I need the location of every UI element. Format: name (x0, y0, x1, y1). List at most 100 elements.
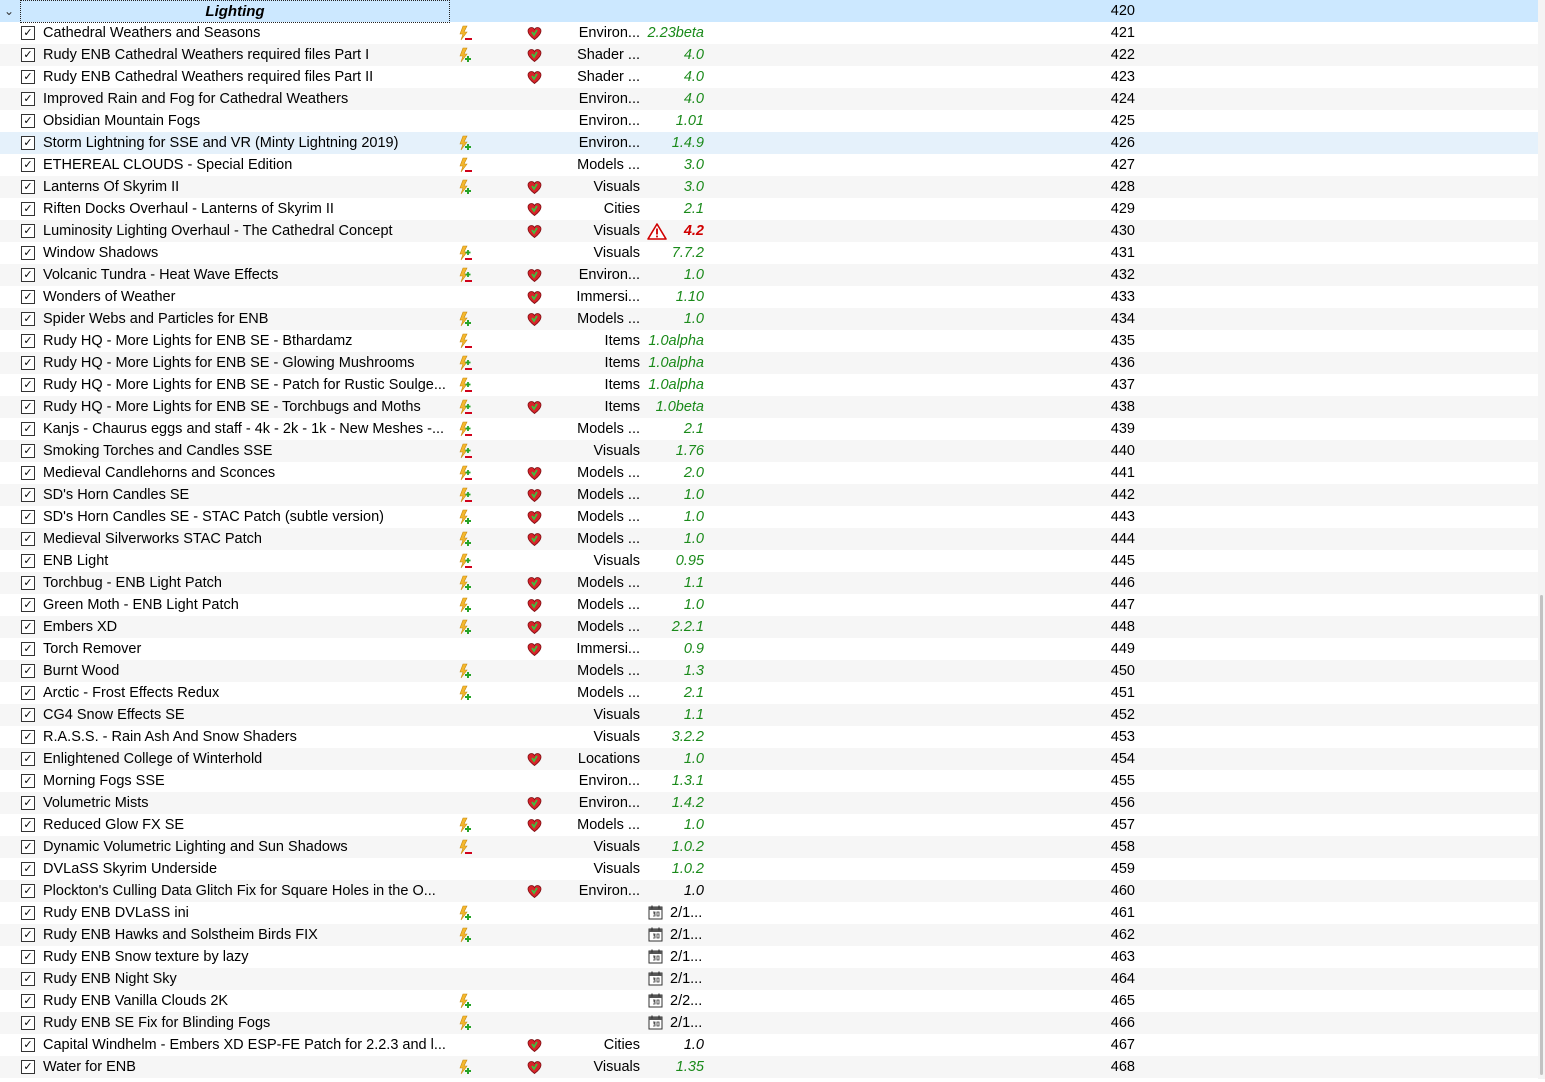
mod-row[interactable]: ✓ CG4 Snow Effects SE Visuals 1.1 452 (0, 704, 1538, 726)
mod-row[interactable]: ✓ Spider Webs and Particles for ENB Models… (0, 308, 1538, 330)
mod-row[interactable]: ✓ Torch Remover Immersi... 0.9 449 (0, 638, 1538, 660)
mod-row[interactable]: ✓ Kanjs - Chaurus eggs and staff - 4k - 2… (0, 418, 1538, 440)
mod-row[interactable]: ✓ Rudy ENB SE Fix for Blinding Fogs 2/1...… (0, 1012, 1538, 1034)
mod-row[interactable]: ✓ Wonders of Weather Immersi... 1.10 433 (0, 286, 1538, 308)
enabled-checkbox[interactable]: ✓ (21, 378, 35, 392)
mod-row[interactable]: ✓ Window Shadows Visuals 7.7.2 431 (0, 242, 1538, 264)
enabled-checkbox[interactable]: ✓ (21, 1038, 35, 1052)
mod-row[interactable]: ✓ Storm Lightning for SSE and VR (Minty L… (0, 132, 1538, 154)
mod-row[interactable]: ✓ Morning Fogs SSE Environ... 1.3.1 455 (0, 770, 1538, 792)
mod-row[interactable]: ✓ Embers XD Models ... 2.2.1 448 (0, 616, 1538, 638)
enabled-checkbox[interactable]: ✓ (21, 400, 35, 414)
mod-row[interactable]: ✓ Rudy ENB Night Sky 2/1... 464 (0, 968, 1538, 990)
enabled-checkbox[interactable]: ✓ (21, 642, 35, 656)
mod-row[interactable]: ✓ Rudy ENB DVLaSS ini 2/1... 461 (0, 902, 1538, 924)
enabled-checkbox[interactable]: ✓ (21, 708, 35, 722)
enabled-checkbox[interactable]: ✓ (21, 136, 35, 150)
mod-row[interactable]: ✓ Rudy HQ - More Lights for ENB SE - Torc… (0, 396, 1538, 418)
enabled-checkbox[interactable]: ✓ (21, 312, 35, 326)
mod-list[interactable]: ⌄ Lighting 420 ✓ Cathedral Weathers and S… (0, 0, 1538, 1078)
mod-row[interactable]: ✓ Volumetric Mists Environ... 1.4.2 456 (0, 792, 1538, 814)
enabled-checkbox[interactable]: ✓ (21, 554, 35, 568)
enabled-checkbox[interactable]: ✓ (21, 114, 35, 128)
mod-row[interactable]: ✓ Reduced Glow FX SE Models ... 1.0 457 (0, 814, 1538, 836)
mod-row[interactable]: ✓ Medieval Candlehorns and Sconces Models … (0, 462, 1538, 484)
enabled-checkbox[interactable]: ✓ (21, 972, 35, 986)
enabled-checkbox[interactable]: ✓ (21, 620, 35, 634)
enabled-checkbox[interactable]: ✓ (21, 730, 35, 744)
enabled-checkbox[interactable]: ✓ (21, 158, 35, 172)
enabled-checkbox[interactable]: ✓ (21, 576, 35, 590)
mod-row[interactable]: ✓ Improved Rain and Fog for Cathedral Wea… (0, 88, 1538, 110)
enabled-checkbox[interactable]: ✓ (21, 950, 35, 964)
enabled-checkbox[interactable]: ✓ (21, 774, 35, 788)
mod-row[interactable]: ✓ R.A.S.S. - Rain Ash And Snow Shaders Vis… (0, 726, 1538, 748)
enabled-checkbox[interactable]: ✓ (21, 840, 35, 854)
mod-row[interactable]: ✓ Rudy HQ - More Lights for ENB SE - Glow… (0, 352, 1538, 374)
mod-row[interactable]: ✓ DVLaSS Skyrim Underside Visuals 1.0.2 459 (0, 858, 1538, 880)
mod-row[interactable]: ✓ Water for ENB Visuals 1.35 468 (0, 1056, 1538, 1078)
mod-row[interactable]: ✓ Cathedral Weathers and Seasons Environ..… (0, 22, 1538, 44)
enabled-checkbox[interactable]: ✓ (21, 664, 35, 678)
mod-row[interactable]: ✓ Rudy HQ - More Lights for ENB SE - Btha… (0, 330, 1538, 352)
enabled-checkbox[interactable]: ✓ (21, 796, 35, 810)
mod-row[interactable]: ✓ Medieval Silverworks STAC Patch Models .… (0, 528, 1538, 550)
enabled-checkbox[interactable]: ✓ (21, 290, 35, 304)
enabled-checkbox[interactable]: ✓ (21, 48, 35, 62)
mod-row[interactable]: ✓ Arctic - Frost Effects Redux Models ... 2… (0, 682, 1538, 704)
enabled-checkbox[interactable]: ✓ (21, 1016, 35, 1030)
enabled-checkbox[interactable]: ✓ (21, 752, 35, 766)
enabled-checkbox[interactable]: ✓ (21, 906, 35, 920)
enabled-checkbox[interactable]: ✓ (21, 488, 35, 502)
enabled-checkbox[interactable]: ✓ (21, 598, 35, 612)
mod-row[interactable]: ✓ Torchbug - ENB Light Patch Models ... 1.1… (0, 572, 1538, 594)
mod-row[interactable]: ✓ SD's Horn Candles SE - STAC Patch (subt… (0, 506, 1538, 528)
scrollbar-thumb[interactable] (1540, 595, 1543, 1075)
mod-row[interactable]: ✓ Rudy ENB Cathedral Weathers required fi… (0, 44, 1538, 66)
enabled-checkbox[interactable]: ✓ (21, 532, 35, 546)
enabled-checkbox[interactable]: ✓ (21, 356, 35, 370)
enabled-checkbox[interactable]: ✓ (21, 224, 35, 238)
mod-row[interactable]: ✓ Volcanic Tundra - Heat Wave Effects Envi… (0, 264, 1538, 286)
enabled-checkbox[interactable]: ✓ (21, 444, 35, 458)
enabled-checkbox[interactable]: ✓ (21, 1060, 35, 1074)
mod-row[interactable]: ✓ Rudy ENB Vanilla Clouds 2K 2/2... 465 (0, 990, 1538, 1012)
mod-row[interactable]: ✓ Dynamic Volumetric Lighting and Sun Sha… (0, 836, 1538, 858)
mod-row[interactable]: ✓ ENB Light Visuals 0.95 445 (0, 550, 1538, 572)
enabled-checkbox[interactable]: ✓ (21, 92, 35, 106)
enabled-checkbox[interactable]: ✓ (21, 246, 35, 260)
mod-row[interactable]: ✓ Obsidian Mountain Fogs Environ... 1.01 425 (0, 110, 1538, 132)
mod-row[interactable]: ✓ Plockton's Culling Data Glitch Fix for … (0, 880, 1538, 902)
enabled-checkbox[interactable]: ✓ (21, 334, 35, 348)
enabled-checkbox[interactable]: ✓ (21, 928, 35, 942)
mod-row[interactable]: ✓ Rudy ENB Snow texture by lazy 2/1... 463 (0, 946, 1538, 968)
enabled-checkbox[interactable]: ✓ (21, 994, 35, 1008)
mod-row[interactable]: ✓ Rudy HQ - More Lights for ENB SE - Patc… (0, 374, 1538, 396)
mod-row[interactable]: ✓ Capital Windhelm - Embers XD ESP-FE Pat… (0, 1034, 1538, 1056)
enabled-checkbox[interactable]: ✓ (21, 26, 35, 40)
mod-row[interactable]: ✓ Rudy ENB Hawks and Solstheim Birds FIX 2… (0, 924, 1538, 946)
enabled-checkbox[interactable]: ✓ (21, 884, 35, 898)
enabled-checkbox[interactable]: ✓ (21, 202, 35, 216)
enabled-checkbox[interactable]: ✓ (21, 180, 35, 194)
chevron-down-icon[interactable]: ⌄ (2, 0, 16, 22)
enabled-checkbox[interactable]: ✓ (21, 862, 35, 876)
mod-row[interactable]: ✓ Rudy ENB Cathedral Weathers required fi… (0, 66, 1538, 88)
mod-row[interactable]: ✓ Green Moth - ENB Light Patch Models ... 1… (0, 594, 1538, 616)
mod-row[interactable]: ✓ Lanterns Of Skyrim II Visuals 3.0 428 (0, 176, 1538, 198)
vertical-scrollbar[interactable] (1538, 0, 1545, 1079)
enabled-checkbox[interactable]: ✓ (21, 510, 35, 524)
mod-row[interactable]: ✓ Riften Docks Overhaul - Lanterns of Sky… (0, 198, 1538, 220)
enabled-checkbox[interactable]: ✓ (21, 466, 35, 480)
mod-row[interactable]: ✓ ETHEREAL CLOUDS - Special Edition Models… (0, 154, 1538, 176)
enabled-checkbox[interactable]: ✓ (21, 422, 35, 436)
enabled-checkbox[interactable]: ✓ (21, 818, 35, 832)
separator-row[interactable]: ⌄ Lighting 420 (0, 0, 1538, 23)
enabled-checkbox[interactable]: ✓ (21, 686, 35, 700)
enabled-checkbox[interactable]: ✓ (21, 70, 35, 84)
mod-row[interactable]: ✓ SD's Horn Candles SE Models ... 1.0 442 (0, 484, 1538, 506)
mod-row[interactable]: ✓ Luminosity Lighting Overhaul - The Cath… (0, 220, 1538, 242)
mod-row[interactable]: ✓ Burnt Wood Models ... 1.3 450 (0, 660, 1538, 682)
enabled-checkbox[interactable]: ✓ (21, 268, 35, 282)
mod-row[interactable]: ✓ Smoking Torches and Candles SSE Visuals 1… (0, 440, 1538, 462)
